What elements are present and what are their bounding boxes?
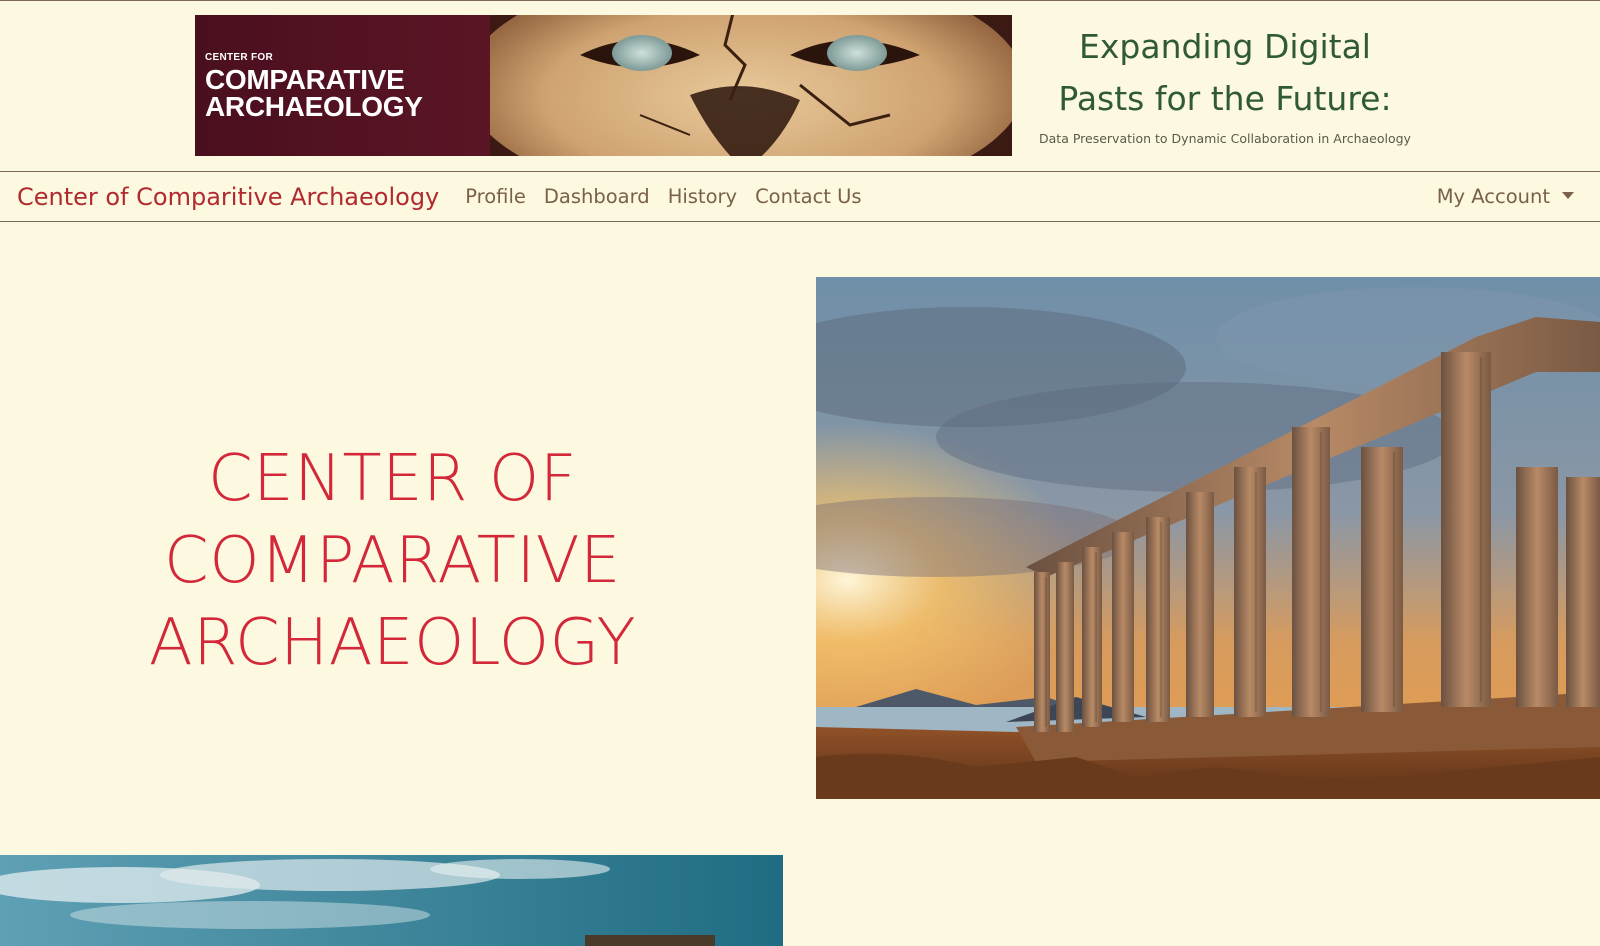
banner-logo: CENTER FOR COMPARATIVE ARCHAEOLOGY xyxy=(205,53,423,120)
nav-link-dashboard[interactable]: Dashboard xyxy=(535,185,659,208)
banner-logo-line2: ARCHAEOLOGY xyxy=(205,90,423,122)
page: CENTER FOR COMPARATIVE ARCHAEOLOGY Expan… xyxy=(0,0,1600,946)
hero-title-line1: CENTER OF xyxy=(207,442,578,516)
tagline-line1: Expanding Digital xyxy=(1079,27,1371,66)
banner-logo-small: CENTER FOR xyxy=(205,52,273,63)
temple-illustration xyxy=(816,277,1600,799)
header-banner: CENTER FOR COMPARATIVE ARCHAEOLOGY xyxy=(195,15,1012,156)
nav-links: Profile Dashboard History Contact Us xyxy=(456,185,870,208)
header-tagline: Expanding Digital Pasts for the Future: … xyxy=(1030,21,1420,146)
ruins-sky-illustration xyxy=(0,855,783,946)
banner-logo-line1: COMPARATIVE xyxy=(205,64,405,95)
nav-link-history[interactable]: History xyxy=(659,185,746,208)
tagline-subtitle: Data Preservation to Dynamic Collaborati… xyxy=(1039,131,1411,146)
ruins-sky-image xyxy=(0,855,783,946)
caret-down-icon xyxy=(1562,192,1574,199)
my-account-label: My Account xyxy=(1436,185,1550,208)
hero-title-line2: COMPARATIVE xyxy=(164,524,621,598)
nav-link-profile[interactable]: Profile xyxy=(456,185,535,208)
main-navbar: Center of Comparitive Archaeology Profil… xyxy=(0,171,1600,222)
hero-title: CENTER OF COMPARATIVE ARCHAEOLOGY xyxy=(60,438,725,684)
navbar-brand-link[interactable]: Center of Comparitive Archaeology xyxy=(17,183,439,211)
artifact-face-image xyxy=(490,15,1012,156)
temple-sunset-image xyxy=(816,277,1600,799)
nav-link-contact-us[interactable]: Contact Us xyxy=(746,185,871,208)
my-account-dropdown[interactable]: My Account xyxy=(1437,172,1574,221)
hero-title-line3: ARCHAEOLOGY xyxy=(148,606,637,680)
tagline-line2: Pasts for the Future: xyxy=(1058,79,1392,118)
